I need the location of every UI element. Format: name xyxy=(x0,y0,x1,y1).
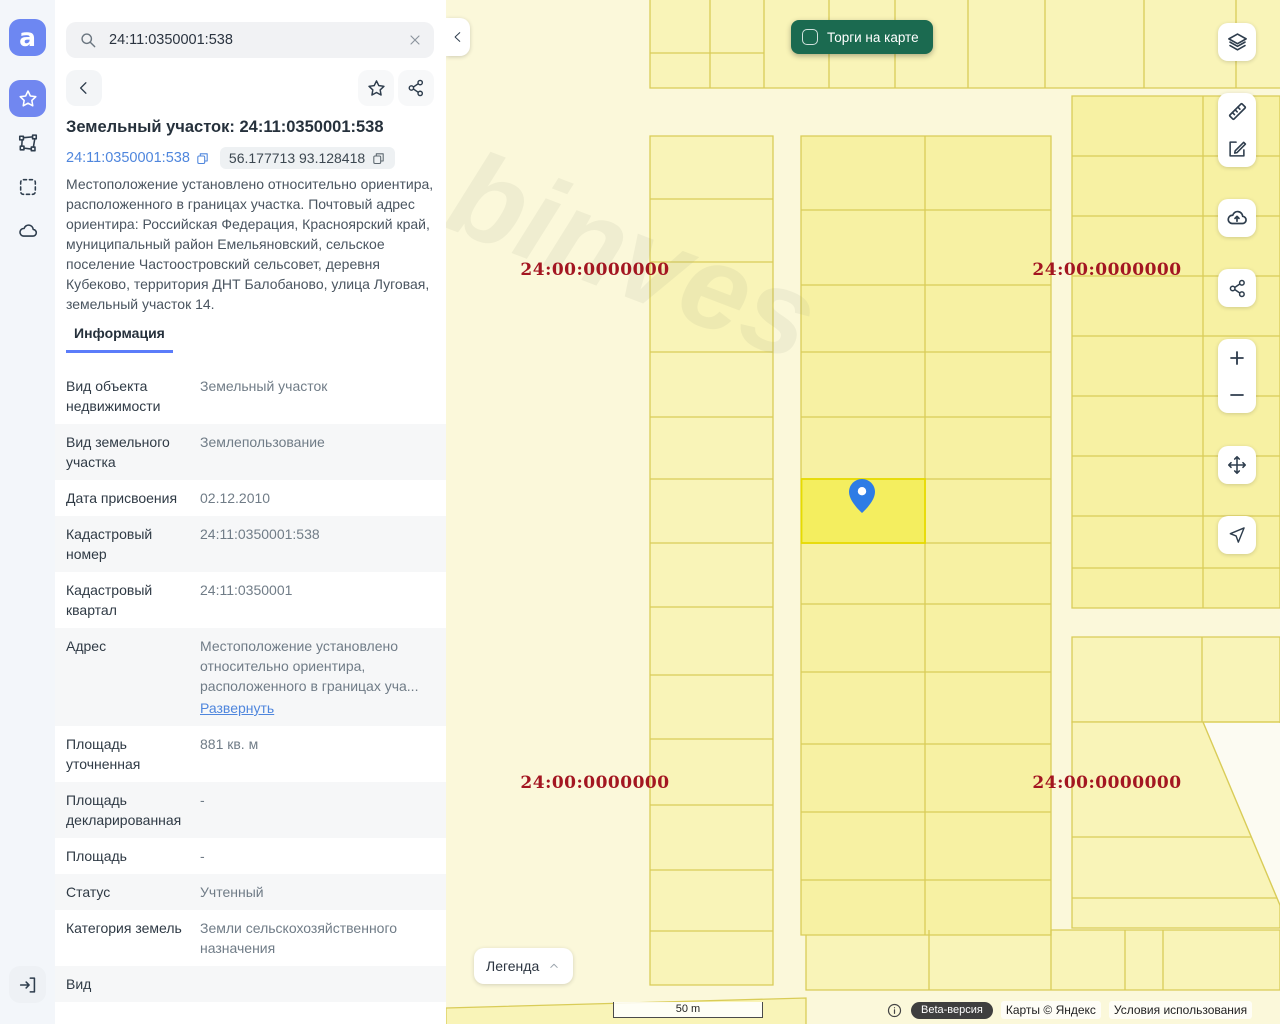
info-table: Вид объекта недвижимости Земельный участо… xyxy=(55,368,446,1002)
table-row: Площадь уточненная 881 кв. м xyxy=(66,736,259,772)
search-input[interactable] xyxy=(107,31,396,49)
upload-button[interactable] xyxy=(1218,199,1256,237)
district-label: 24:00:0000000 xyxy=(520,773,670,793)
table-row: Площадь декларированная - xyxy=(55,782,446,838)
map-container: binves 24:00:0000000 24:00:0000000 24:00… xyxy=(446,0,1280,1024)
share-map-button[interactable] xyxy=(1218,269,1256,307)
cloud-icon xyxy=(17,220,39,242)
measure-edit-group xyxy=(1218,93,1256,167)
share-icon xyxy=(406,78,426,98)
collapse-panel-button[interactable] xyxy=(446,18,470,56)
vector-square-icon xyxy=(17,132,39,154)
table-row: Категория земель Земли сельскохозяйственн… xyxy=(66,920,398,956)
zoom-out-button[interactable] xyxy=(1218,376,1256,413)
legend-button[interactable]: Легенда xyxy=(474,948,574,984)
star-icon xyxy=(17,88,39,110)
share-icon xyxy=(1227,278,1248,299)
coordinates-chip: 56.177713 93.128418 xyxy=(219,147,396,169)
auctions-toggle-button[interactable]: Торги на карте xyxy=(791,20,933,54)
chevron-left-icon xyxy=(75,79,93,97)
favorite-button[interactable] xyxy=(358,70,394,106)
share-button[interactable] xyxy=(398,70,434,106)
table-row: Вид объекта недвижимости Земельный участо… xyxy=(66,378,328,414)
map-canvas[interactable] xyxy=(446,0,1280,1024)
sidebar-item-draw-polygon[interactable] xyxy=(9,124,46,161)
checkbox-icon[interactable] xyxy=(802,29,818,45)
pan-mode-button[interactable] xyxy=(1218,446,1256,484)
search-icon xyxy=(78,30,98,50)
navigation-arrow-icon xyxy=(1227,525,1247,545)
chips-row: 24:11:0350001:538 56.177713 93.128418 xyxy=(66,147,396,169)
table-row: Кадастровый квартал 24:11:0350001 xyxy=(66,582,293,618)
layers-button[interactable] xyxy=(1218,23,1256,61)
table-row: Площадь - xyxy=(66,848,205,864)
clear-search-icon[interactable] xyxy=(407,32,423,48)
scale-bar: 50 m xyxy=(613,1002,763,1018)
ruler-button[interactable] xyxy=(1218,93,1256,130)
map-attribution: Beta-версия Карты © Яндекс Условия испол… xyxy=(886,1001,1253,1019)
legend-label: Легенда xyxy=(486,958,540,974)
table-row: Вид xyxy=(55,966,446,1002)
district-label: 24:00:0000000 xyxy=(520,260,670,280)
zoom-group xyxy=(1218,339,1256,413)
dashed-select-icon xyxy=(17,176,39,198)
info-icon[interactable] xyxy=(886,1002,903,1019)
sign-in-icon xyxy=(17,974,39,996)
object-description: Местоположение установлено относительно … xyxy=(66,176,434,312)
table-row: Кадастровый номер 24:11:0350001:538 xyxy=(55,516,446,572)
object-info-panel: Земельный участок: 24:11:0350001:538 24:… xyxy=(55,0,446,1024)
layers-icon xyxy=(1226,31,1249,54)
back-button[interactable] xyxy=(66,70,102,106)
search-bar xyxy=(66,22,434,58)
yandex-maps-link[interactable]: Карты © Яндекс xyxy=(1000,1001,1101,1019)
left-rail: a xyxy=(0,0,55,1024)
cloud-upload-icon xyxy=(1225,206,1249,230)
auctions-toggle-label: Торги на карте xyxy=(827,29,919,45)
panel-header-actions xyxy=(66,70,434,106)
beta-badge: Beta-версия xyxy=(911,1001,993,1019)
copy-icon[interactable] xyxy=(371,151,386,166)
star-icon xyxy=(366,78,387,99)
page-title: Земельный участок: 24:11:0350001:538 xyxy=(66,118,384,136)
table-row: Дата присвоения 02.12.2010 xyxy=(66,490,271,506)
tab-information[interactable]: Информация xyxy=(66,325,173,353)
table-row: Статус Учтенный xyxy=(55,874,446,910)
terms-of-use-link[interactable]: Условия использования xyxy=(1108,1001,1253,1019)
table-row-address: Адрес Местоположение установлено относит… xyxy=(55,628,446,726)
district-label: 24:00:0000000 xyxy=(1032,773,1182,793)
chevron-up-icon xyxy=(547,959,561,973)
sidebar-item-select-area[interactable] xyxy=(9,168,46,205)
cadastral-number-link[interactable]: 24:11:0350001:538 xyxy=(66,150,190,166)
district-label: 24:00:0000000 xyxy=(1032,260,1182,280)
expand-link[interactable]: Развернуть xyxy=(200,698,274,718)
chevron-left-icon xyxy=(451,30,465,44)
sidebar-item-layers-cloud[interactable] xyxy=(9,212,46,249)
sign-in-button[interactable] xyxy=(9,966,46,1003)
table-row: Вид земельного участка Землепользование xyxy=(55,424,446,480)
app-logo[interactable]: a xyxy=(9,19,46,56)
zoom-in-button[interactable] xyxy=(1218,339,1256,376)
edit-button[interactable] xyxy=(1218,130,1256,167)
move-icon xyxy=(1226,454,1248,476)
copy-icon[interactable] xyxy=(195,151,210,166)
sidebar-item-favorites[interactable] xyxy=(9,80,46,117)
my-location-button[interactable] xyxy=(1218,516,1256,554)
